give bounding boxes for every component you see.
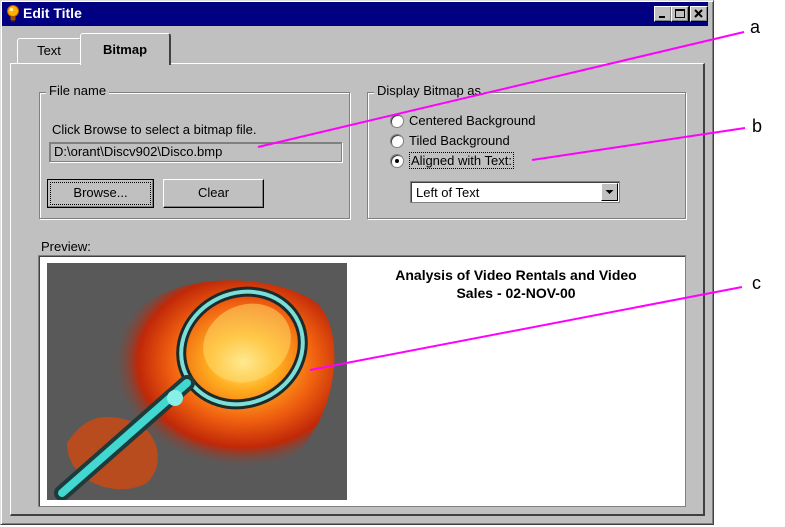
lightbulb-icon xyxy=(6,5,20,22)
maximize-icon xyxy=(675,9,685,18)
preview-label: Preview: xyxy=(41,239,91,254)
radio-aligned-with-text-label[interactable]: Aligned with Text: xyxy=(409,152,514,169)
radio-aligned-with-text[interactable] xyxy=(390,154,404,168)
radio-tiled-background-label[interactable]: Tiled Background xyxy=(409,133,510,148)
close-icon xyxy=(694,9,703,18)
radio-selected-dot xyxy=(395,159,399,163)
preview-title: Analysis of Video Rentals and Video Sale… xyxy=(357,266,675,302)
alignment-dropdown[interactable]: Left of Text xyxy=(410,181,620,203)
minimize-button[interactable] xyxy=(654,6,672,22)
browse-button[interactable]: Browse... xyxy=(47,179,154,208)
radio-tiled-background[interactable] xyxy=(390,134,404,148)
focus-rectangle xyxy=(50,182,151,205)
aligned-with-text-label: Aligned with Text: xyxy=(409,152,514,169)
maximize-button[interactable] xyxy=(671,6,689,22)
radio-centered-background[interactable] xyxy=(390,114,404,128)
chevron-down-icon xyxy=(605,190,614,194)
tab-text-label: Text xyxy=(37,43,61,58)
clear-button[interactable]: Clear xyxy=(163,179,264,208)
file-path-field: D:\orant\Discv902\Disco.bmp xyxy=(49,142,342,162)
close-button[interactable] xyxy=(690,6,708,22)
file-path-value: D:\orant\Discv902\Disco.bmp xyxy=(54,144,223,159)
callout-label-a: a xyxy=(750,17,761,37)
preview-title-line-1: Analysis of Video Rentals and Video xyxy=(395,267,637,283)
dropdown-arrow-button[interactable] xyxy=(601,183,618,201)
callout-label-c: c xyxy=(752,273,761,293)
title-bar[interactable]: Edit Title xyxy=(2,2,708,26)
minimize-icon xyxy=(659,16,665,18)
callout-label-b: b xyxy=(752,116,763,136)
preview-title-line-2: Sales - 02-NOV-00 xyxy=(456,285,576,301)
tab-text[interactable]: Text xyxy=(17,38,82,63)
file-name-group-label: File name xyxy=(46,83,110,98)
tab-bitmap-label: Bitmap xyxy=(102,42,148,57)
magnifying-glass-image xyxy=(47,263,347,500)
window-title: Edit Title xyxy=(23,5,82,21)
tab-bitmap[interactable]: Bitmap xyxy=(80,33,171,65)
radio-centered-background-label[interactable]: Centered Background xyxy=(409,113,535,128)
alignment-dropdown-value: Left of Text xyxy=(416,185,480,200)
browse-hint-text: Click Browse to select a bitmap file. xyxy=(52,122,257,137)
display-bitmap-group-label: Display Bitmap as xyxy=(374,83,485,98)
clear-button-label: Clear xyxy=(197,185,230,200)
